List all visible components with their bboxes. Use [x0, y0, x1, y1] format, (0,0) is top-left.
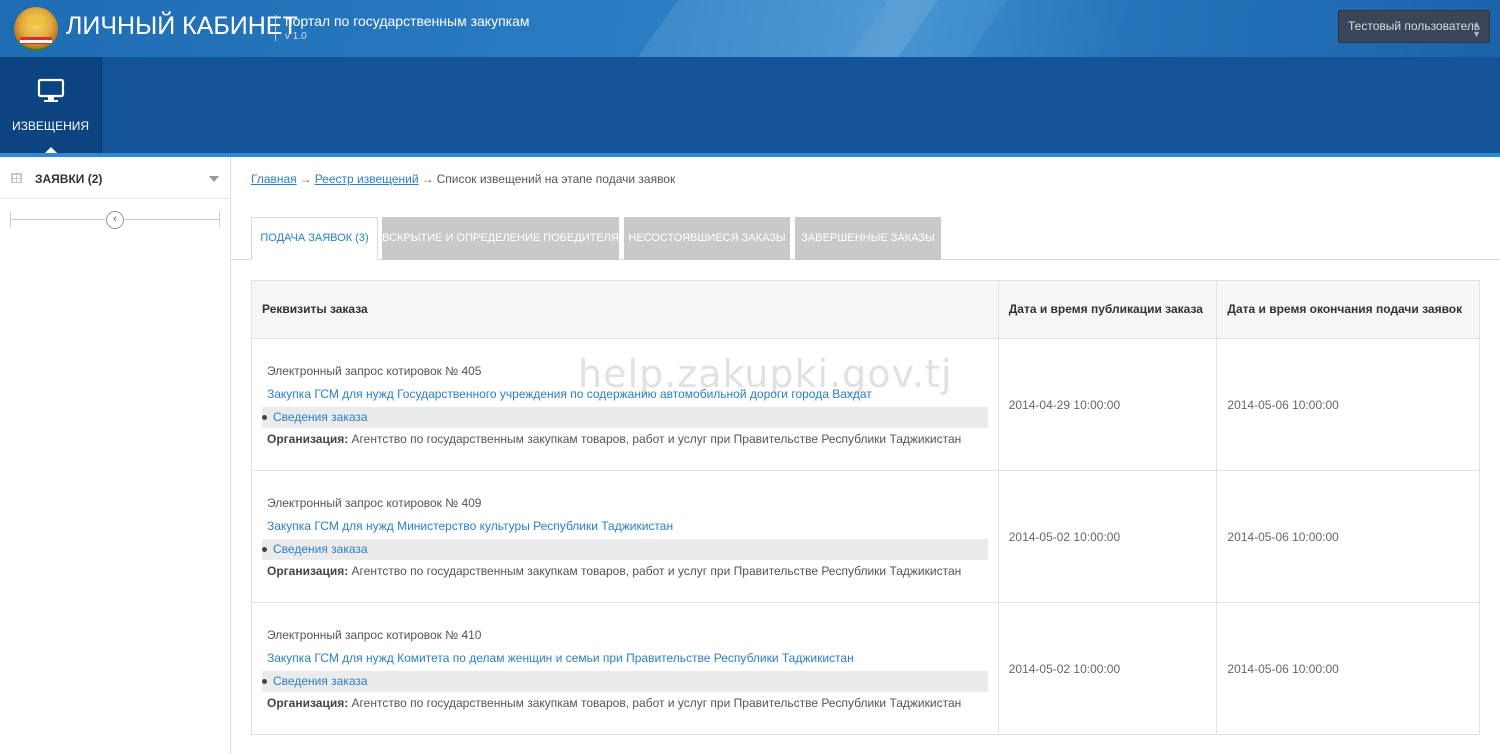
order-details-link[interactable]: Сведения заказа — [273, 410, 368, 424]
order-number: Электронный запрос котировок № 405 — [267, 363, 482, 378]
nav-item-label: ИЗВЕЩЕНИЯ — [11, 119, 90, 133]
order-details-item: Сведения заказа — [262, 406, 988, 428]
breadcrumb-home-link[interactable]: Главная — [251, 172, 297, 186]
organization-name: Агентство по государственным закупкам то… — [351, 695, 962, 710]
table-header-row: Реквизиты заказа Дата и время публикации… — [251, 280, 1480, 339]
organization-label: Организация: — [267, 563, 349, 578]
order-organization: Организация: Агентство по государственны… — [262, 429, 988, 450]
table-row: Электронный запрос котировок № 405 Закуп… — [251, 338, 1480, 471]
dropdown-caret-icon[interactable] — [209, 176, 219, 182]
order-details-item: Сведения заказа — [262, 538, 988, 560]
state-emblem-logo — [14, 7, 58, 51]
column-header-published: Дата и время публикации заказа — [997, 280, 1218, 339]
organization-name: Агентство по государственным закупкам то… — [351, 563, 962, 578]
order-subject-link[interactable]: Закупка ГСМ для нужд Комитета по делам ж… — [262, 647, 988, 670]
organization-label: Организация: — [267, 431, 349, 446]
table-row: Электронный запрос котировок № 410 Закуп… — [251, 602, 1480, 735]
order-subject-link[interactable]: Закупка ГСМ для нужд Министерство культу… — [262, 515, 988, 538]
main-nav: ИЗВЕЩЕНИЯ — [0, 57, 1500, 153]
breadcrumb-registry-link[interactable]: Реестр извещений — [315, 172, 419, 186]
order-number: Электронный запрос котировок № 409 — [267, 495, 482, 510]
tab-failed[interactable]: НЕСОСТОЯВШИЕСЯ ЗАКАЗЫ — [624, 217, 790, 260]
top-header: ЛИЧНЫЙ КАБИНЕТ портал по государственным… — [0, 0, 1500, 57]
order-details-link[interactable]: Сведения заказа — [273, 542, 368, 556]
user-name: Тестовый пользователь — [1348, 19, 1481, 33]
breadcrumb-current: Список извещений на этапе подачи заявок — [436, 172, 676, 186]
updown-arrows-icon: ▲ ▼ — [1472, 19, 1481, 39]
deadline-date: 2014-05-06 10:00:00 — [1216, 338, 1480, 471]
column-header-details: Реквизиты заказа — [251, 280, 999, 339]
breadcrumb-separator: → — [421, 172, 434, 186]
organization-label: Организация: — [267, 695, 349, 710]
deadline-date: 2014-05-06 10:00:00 — [1216, 602, 1480, 735]
emblem-ribbon-stripe — [20, 40, 52, 43]
order-details-cell: Электронный запрос котировок № 410 Закуп… — [251, 602, 999, 735]
order-details-link[interactable]: Сведения заказа — [273, 674, 368, 688]
organization-name: Агентство по государственным закупкам то… — [351, 431, 962, 446]
chevron-left-icon: ‹ — [113, 213, 117, 225]
sidebar-section-applications[interactable]: ЗАЯВКИ (2) — [0, 157, 230, 199]
tab-opening[interactable]: ВСКРЫТИЕ И ОПРЕДЕЛЕНИЕ ПОБЕДИТЕЛЯ — [382, 217, 619, 260]
published-date: 2014-05-02 10:00:00 — [997, 470, 1218, 603]
table-row: Электронный запрос котировок № 409 Закуп… — [251, 470, 1480, 603]
user-select[interactable]: Тестовый пользователь ▲ ▼ — [1338, 10, 1490, 43]
orders-table: Реквизиты заказа Дата и время публикации… — [251, 280, 1480, 735]
brand-title: ЛИЧНЫЙ КАБИНЕТ — [66, 12, 298, 40]
monitor-icon — [37, 78, 65, 102]
sidebar: ЗАЯВКИ (2) ‹ — [0, 157, 231, 754]
published-date: 2014-05-02 10:00:00 — [997, 602, 1218, 735]
tab-completed[interactable]: ЗАВЕРШЕННЫЕ ЗАКАЗЫ — [795, 217, 941, 260]
brand-divider — [275, 15, 276, 41]
emblem-crown — [28, 15, 44, 25]
sidebar-title: ЗАЯВКИ (2) — [35, 172, 103, 186]
order-details-item: Сведения заказа — [262, 670, 988, 692]
deadline-date: 2014-05-06 10:00:00 — [1216, 470, 1480, 603]
grid-icon — [11, 173, 22, 183]
order-details-cell: Электронный запрос котировок № 409 Закуп… — [251, 470, 999, 603]
published-date: 2014-04-29 10:00:00 — [997, 338, 1218, 471]
order-organization: Организация: Агентство по государственны… — [262, 561, 988, 582]
order-subject-link[interactable]: Закупка ГСМ для нужд Государственного уч… — [262, 383, 988, 406]
nav-divider — [101, 57, 102, 153]
breadcrumb: Главная → Реестр извещений → Список извещени… — [251, 172, 675, 186]
order-organization: Организация: Агентство по государственны… — [262, 693, 988, 714]
portal-subtitle: портал по государственным закупкам — [285, 13, 530, 29]
breadcrumb-separator: → — [299, 172, 312, 186]
tab-submission[interactable]: ПОДАЧА ЗАЯВОК (3) — [251, 217, 378, 260]
column-header-deadline: Дата и время окончания подачи заявок — [1216, 280, 1480, 339]
nav-item-notices[interactable]: ИЗВЕЩЕНИЯ — [0, 57, 101, 153]
order-details-cell: Электронный запрос котировок № 405 Закуп… — [251, 338, 999, 471]
order-number: Электронный запрос котировок № 410 — [267, 627, 482, 642]
collapse-sidebar-button[interactable]: ‹ — [106, 211, 124, 229]
version-label: v 1.0 — [285, 31, 307, 42]
